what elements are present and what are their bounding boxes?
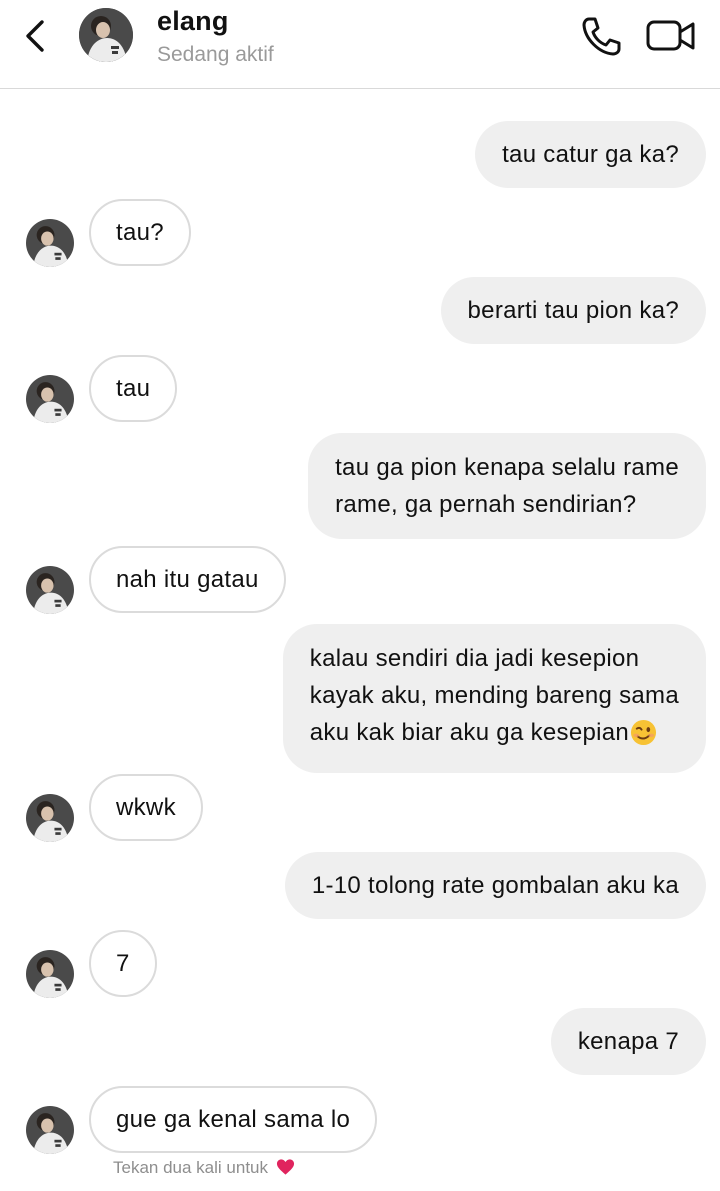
sent-message[interactable]: berarti tau pion ka? bbox=[440, 277, 706, 344]
sent-message[interactable]: kalau sendiri dia jadi kesepion kayak ak… bbox=[282, 624, 706, 773]
message-thread: tau catur ga ka? tau? berarti tau pion k… bbox=[0, 89, 720, 1191]
video-call-button[interactable] bbox=[644, 14, 698, 58]
received-message[interactable]: wkwk bbox=[89, 774, 203, 841]
sender-avatar[interactable] bbox=[26, 794, 74, 842]
contact-status: Sedang aktif bbox=[157, 43, 274, 66]
message-text: tau bbox=[116, 375, 151, 402]
message-text: kenapa 7 bbox=[577, 1028, 679, 1055]
sent-message[interactable]: tau ga pion kenapa selalu rame rame, ga … bbox=[308, 433, 706, 539]
sent-message[interactable]: tau catur ga ka? bbox=[475, 121, 706, 188]
sender-avatar[interactable] bbox=[26, 566, 74, 614]
double-tap-hint: Tekan dua kali untuk bbox=[113, 1158, 295, 1181]
message-text: berarti tau pion ka? bbox=[467, 297, 679, 324]
sender-avatar[interactable] bbox=[26, 1106, 74, 1154]
red-heart-icon bbox=[276, 1158, 295, 1181]
hint-text: Tekan dua kali untuk bbox=[113, 1158, 268, 1177]
sent-message[interactable]: 1-10 tolong rate gombalan aku ka bbox=[284, 852, 706, 919]
message-text: tau catur ga ka? bbox=[502, 141, 679, 168]
contact-avatar[interactable] bbox=[79, 8, 133, 62]
sender-avatar[interactable] bbox=[26, 219, 74, 267]
message-text: gue ga kenal sama lo bbox=[116, 1106, 351, 1133]
voice-call-button[interactable] bbox=[578, 14, 624, 58]
sent-message[interactable]: kenapa 7 bbox=[550, 1008, 706, 1075]
message-line: aku kak biar aku ga kesepian bbox=[310, 714, 679, 757]
back-button[interactable] bbox=[18, 14, 54, 58]
winking-face-emoji bbox=[630, 719, 657, 757]
message-text: 1-10 tolong rate gombalan aku ka bbox=[311, 872, 679, 899]
message-text: tau? bbox=[116, 219, 164, 246]
received-message[interactable]: tau? bbox=[89, 199, 191, 266]
message-line: rame, ga pernah sendirian? bbox=[335, 491, 637, 518]
chevron-left-icon bbox=[26, 20, 44, 52]
contact-name[interactable]: elang bbox=[157, 6, 229, 37]
received-message[interactable]: tau bbox=[89, 355, 178, 422]
message-line: kayak aku, mending bareng sama bbox=[309, 682, 679, 709]
received-message[interactable]: nah itu gatau bbox=[89, 546, 286, 613]
chat-header: elang Sedang aktif bbox=[0, 0, 720, 89]
sender-avatar[interactable] bbox=[26, 375, 74, 423]
phone-icon bbox=[582, 17, 621, 56]
sender-avatar[interactable] bbox=[26, 950, 74, 998]
video-camera-icon bbox=[646, 20, 695, 51]
message-text: wkwk bbox=[116, 794, 176, 821]
received-message[interactable]: gue ga kenal sama lo bbox=[89, 1086, 378, 1153]
received-message[interactable]: 7 bbox=[89, 930, 157, 997]
message-line: kalau sendiri dia jadi kesepion bbox=[309, 645, 640, 672]
message-text: nah itu gatau bbox=[116, 566, 259, 593]
message-text: 7 bbox=[116, 950, 130, 977]
message-line: tau ga pion kenapa selalu rame bbox=[335, 454, 679, 481]
